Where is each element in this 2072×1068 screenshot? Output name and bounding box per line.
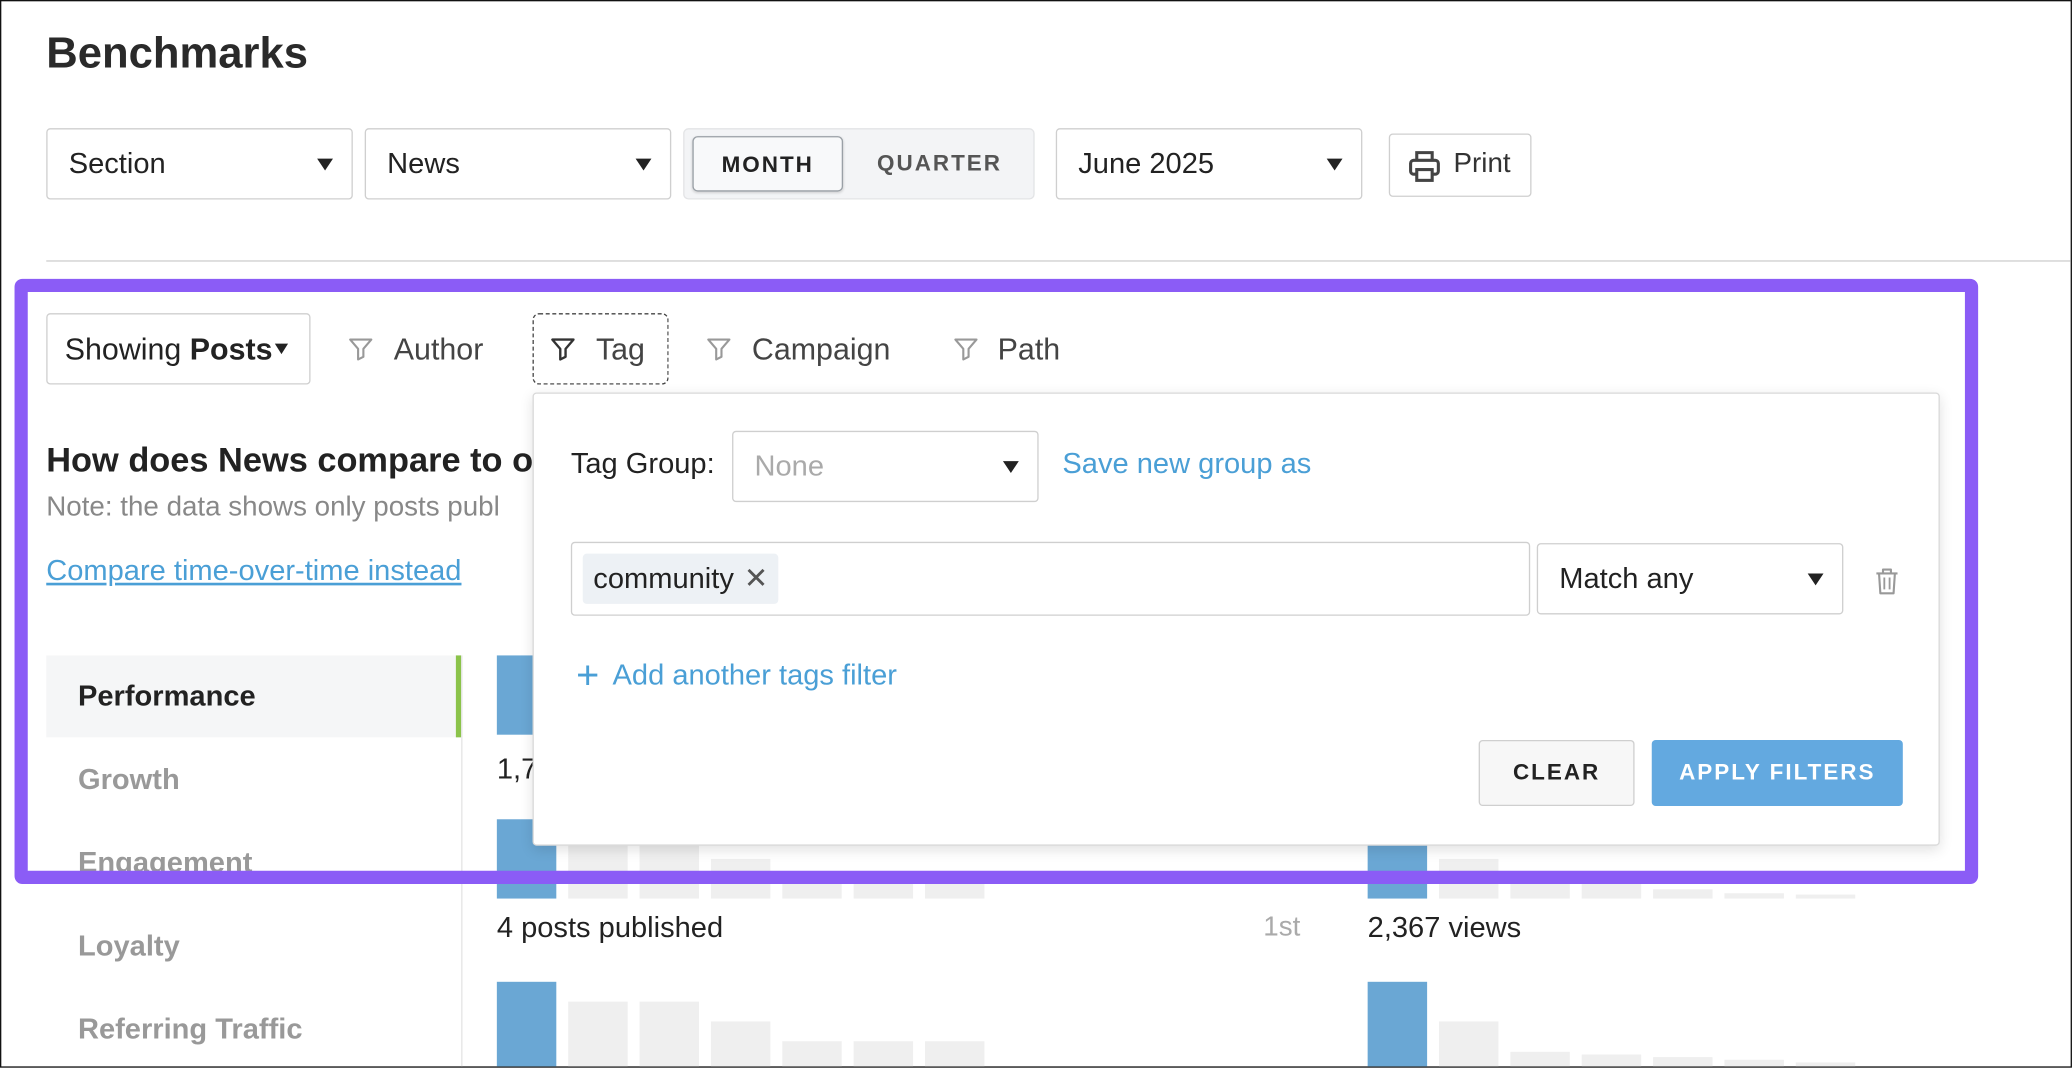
rank-label: 1st [1263,911,1301,943]
chart-bar [924,1041,985,1067]
chevron-down-icon [317,158,333,171]
date-select[interactable]: June 2025 [1055,128,1363,200]
posts-published-label: 4 posts published [496,910,724,944]
month-toggle-button[interactable]: MONTH [692,136,844,192]
date-select-value: June 2025 [1078,146,1215,180]
benchmarks-page: Benchmarks Section News MONTH QUARTER Ju… [0,0,2072,1068]
chart-bar [1439,1021,1499,1067]
sidenav-item-referring-traffic[interactable]: Referring Traffic [46,988,461,1066]
highlight-box [14,278,1979,885]
chart-bar [1653,1057,1713,1067]
chart-bar [1510,1051,1570,1067]
chart-bar [782,1041,842,1067]
print-button[interactable]: Print [1388,133,1532,197]
chart-bar [568,1001,628,1067]
period-toggle: MONTH QUARTER [683,128,1035,200]
chart-bar [1724,1059,1784,1067]
chevron-down-icon [635,158,652,171]
chart-bar [710,1021,771,1067]
section-select[interactable]: News [364,128,672,200]
printer-icon [1409,151,1440,182]
chart-bar [1581,1054,1642,1067]
chart-bar [1795,894,1856,899]
section-select-value: News [387,146,460,180]
type-select-value: Section [68,146,166,180]
page-title: Benchmarks [46,27,309,77]
print-label: Print [1453,147,1511,179]
views-label: 2,367 views [1367,910,1522,944]
chevron-down-icon [1326,158,1343,171]
chart-bar [1795,1062,1856,1067]
chart-bar [1367,981,1428,1067]
chart-bar [1653,889,1713,899]
sidenav-item-loyalty[interactable]: Loyalty [46,905,461,987]
quarter-toggle-button[interactable]: QUARTER [856,136,1022,191]
chart-bar [1724,893,1784,899]
header-divider [46,260,2071,262]
chart-bar [496,981,557,1067]
chart-bar [639,1001,700,1067]
chart-bar [853,1041,914,1067]
type-select[interactable]: Section [46,128,353,200]
